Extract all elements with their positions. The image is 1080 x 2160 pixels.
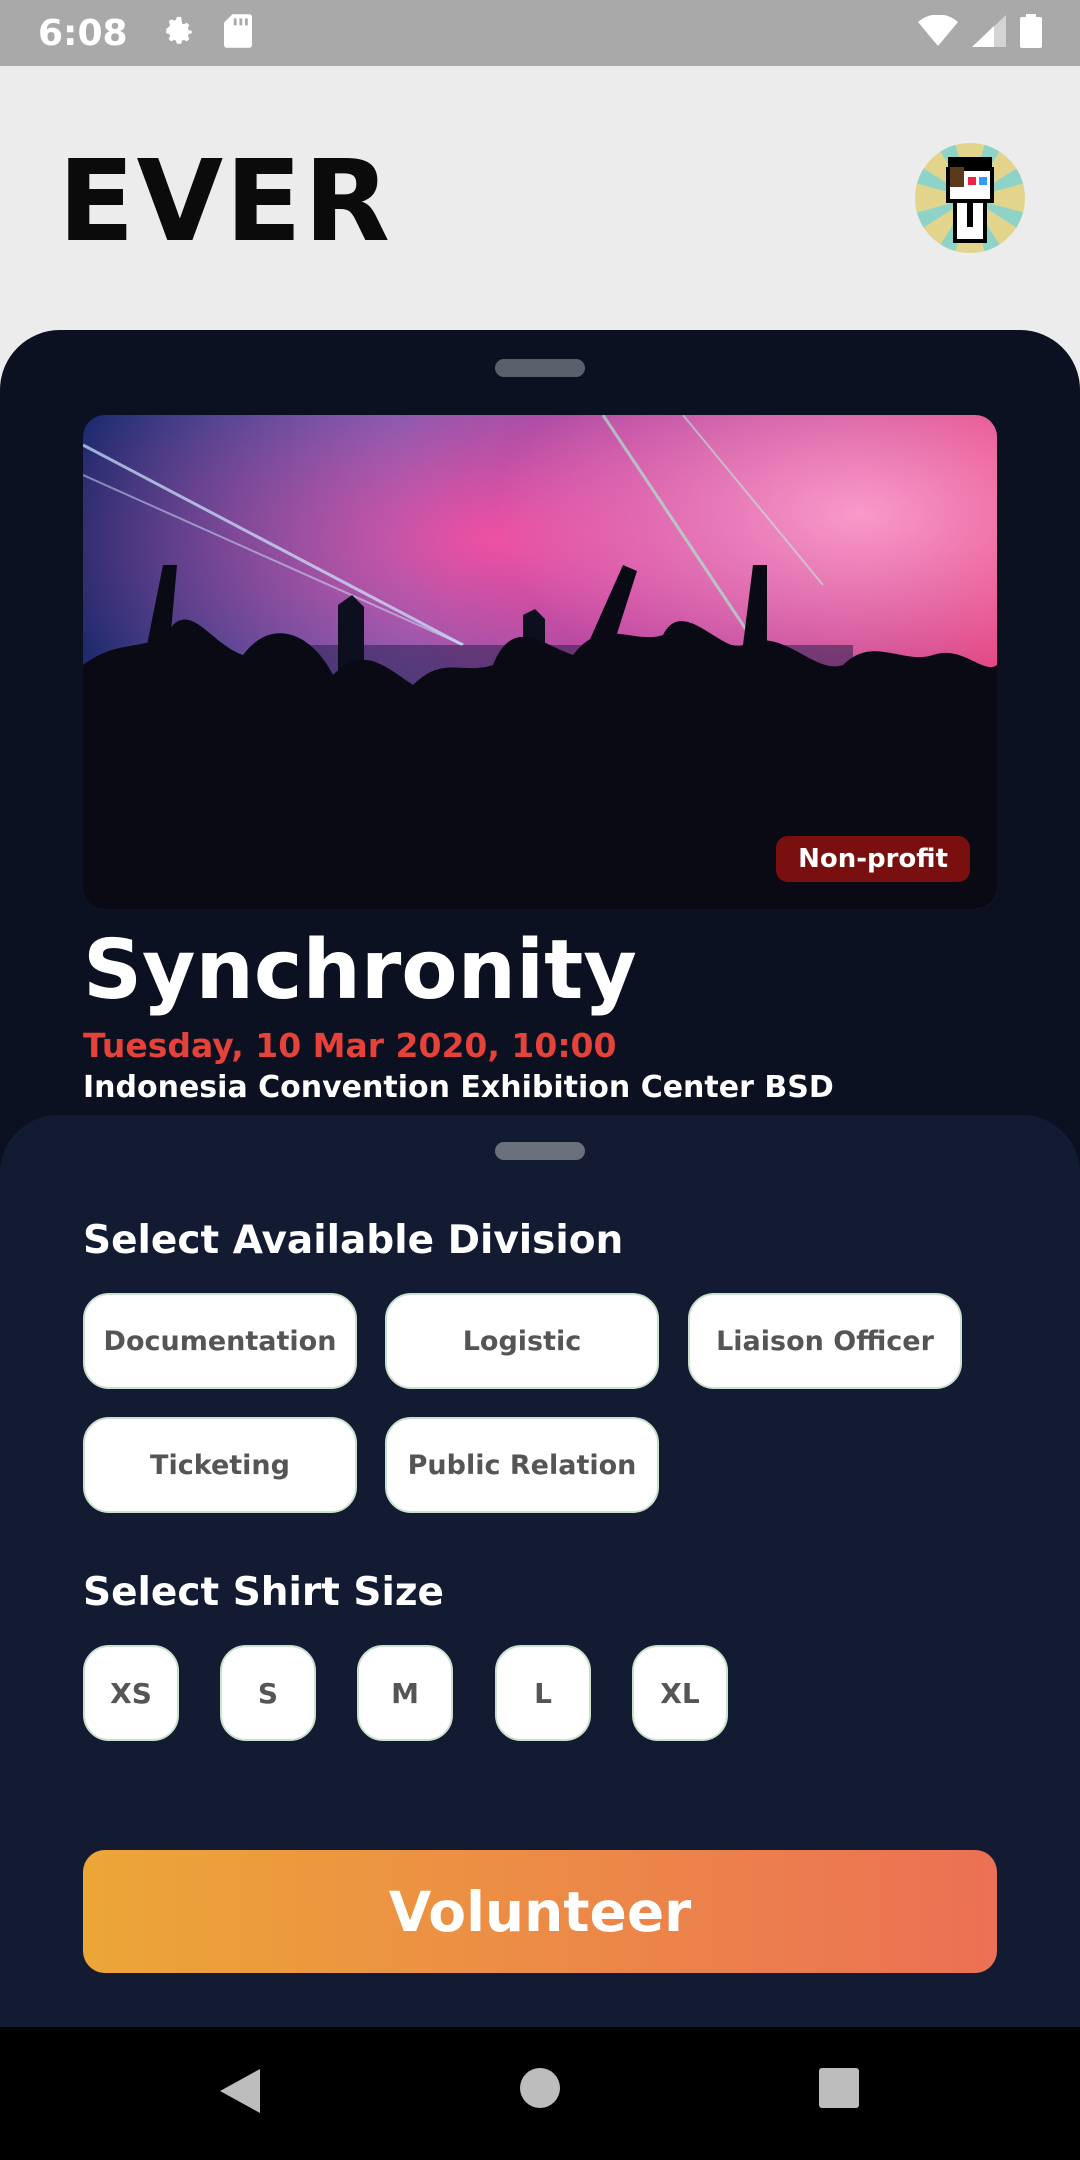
status-icons-right — [918, 14, 1042, 52]
shirt-size-title: Select Shirt Size — [83, 1570, 444, 1615]
division-option-ticketing[interactable]: Ticketing — [83, 1417, 357, 1513]
back-icon[interactable] — [218, 2067, 262, 2119]
recents-icon[interactable] — [818, 2067, 860, 2113]
size-option-xs[interactable]: XS — [83, 1645, 179, 1741]
volunteer-sheet: Select Available Division Documentation … — [0, 1115, 1080, 2027]
event-venue: Indonesia Convention Exhibition Center B… — [83, 1070, 834, 1105]
drag-handle[interactable] — [495, 359, 585, 377]
division-option-liaison-officer[interactable]: Liaison Officer — [688, 1293, 962, 1389]
status-icons-left — [162, 14, 252, 52]
sheet-drag-handle[interactable] — [495, 1142, 585, 1160]
division-title: Select Available Division — [83, 1218, 624, 1263]
navigation-bar — [0, 2027, 1080, 2160]
signal-icon — [972, 15, 1006, 51]
wifi-icon — [918, 14, 958, 51]
status-time: 6:08 — [38, 12, 128, 54]
nonprofit-badge: Non-profit — [776, 836, 970, 882]
event-date: Tuesday, 10 Mar 2020, 10:00 — [83, 1026, 617, 1065]
battery-icon — [1020, 14, 1042, 52]
settings-icon — [162, 14, 196, 52]
event-image: Non-profit — [83, 415, 997, 909]
division-option-public-relation[interactable]: Public Relation — [385, 1417, 659, 1513]
size-option-xl[interactable]: XL — [632, 1645, 728, 1741]
volunteer-button[interactable]: Volunteer — [83, 1850, 997, 1973]
avatar[interactable] — [915, 143, 1025, 253]
size-option-s[interactable]: S — [220, 1645, 316, 1741]
event-title: Synchronity — [83, 923, 637, 1018]
app-logo: EVER — [58, 137, 392, 267]
division-option-logistic[interactable]: Logistic — [385, 1293, 659, 1389]
division-option-documentation[interactable]: Documentation — [83, 1293, 357, 1389]
size-option-l[interactable]: L — [495, 1645, 591, 1741]
sd-card-icon — [223, 14, 252, 52]
app-header: EVER — [0, 66, 1080, 331]
size-option-m[interactable]: M — [357, 1645, 453, 1741]
status-bar: 6:08 — [0, 0, 1080, 66]
home-icon[interactable] — [519, 2067, 561, 2113]
